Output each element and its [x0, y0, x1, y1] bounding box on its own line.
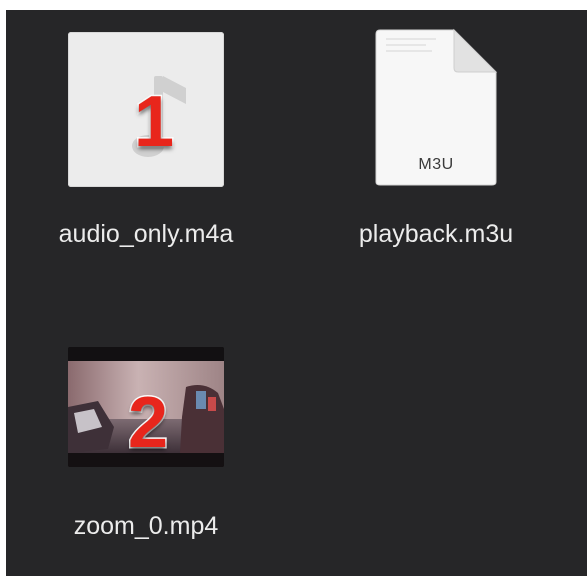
file-item-audio-only[interactable]: 1 audio_only.m4a: [26, 28, 266, 268]
finder-icon-view: 1 audio_only.m4a M3U playback.m3u 2 zoom…: [6, 10, 587, 576]
number-badge-1: 1: [132, 82, 175, 162]
file-item-zoom-mp4[interactable]: 2 zoom_0.mp4: [26, 340, 266, 576]
file-extension-label: M3U: [418, 156, 454, 173]
file-item-playback-m3u[interactable]: M3U playback.m3u: [316, 28, 556, 268]
document-file-icon: M3U: [374, 28, 498, 186]
audio-file-icon: 1: [68, 32, 224, 187]
number-badge-2: 2: [126, 383, 169, 463]
video-thumbnail-icon: 2: [68, 347, 224, 467]
file-name-label: zoom_0.mp4: [73, 512, 219, 540]
file-name-label: audio_only.m4a: [58, 220, 234, 248]
file-name-label: playback.m3u: [358, 220, 514, 248]
